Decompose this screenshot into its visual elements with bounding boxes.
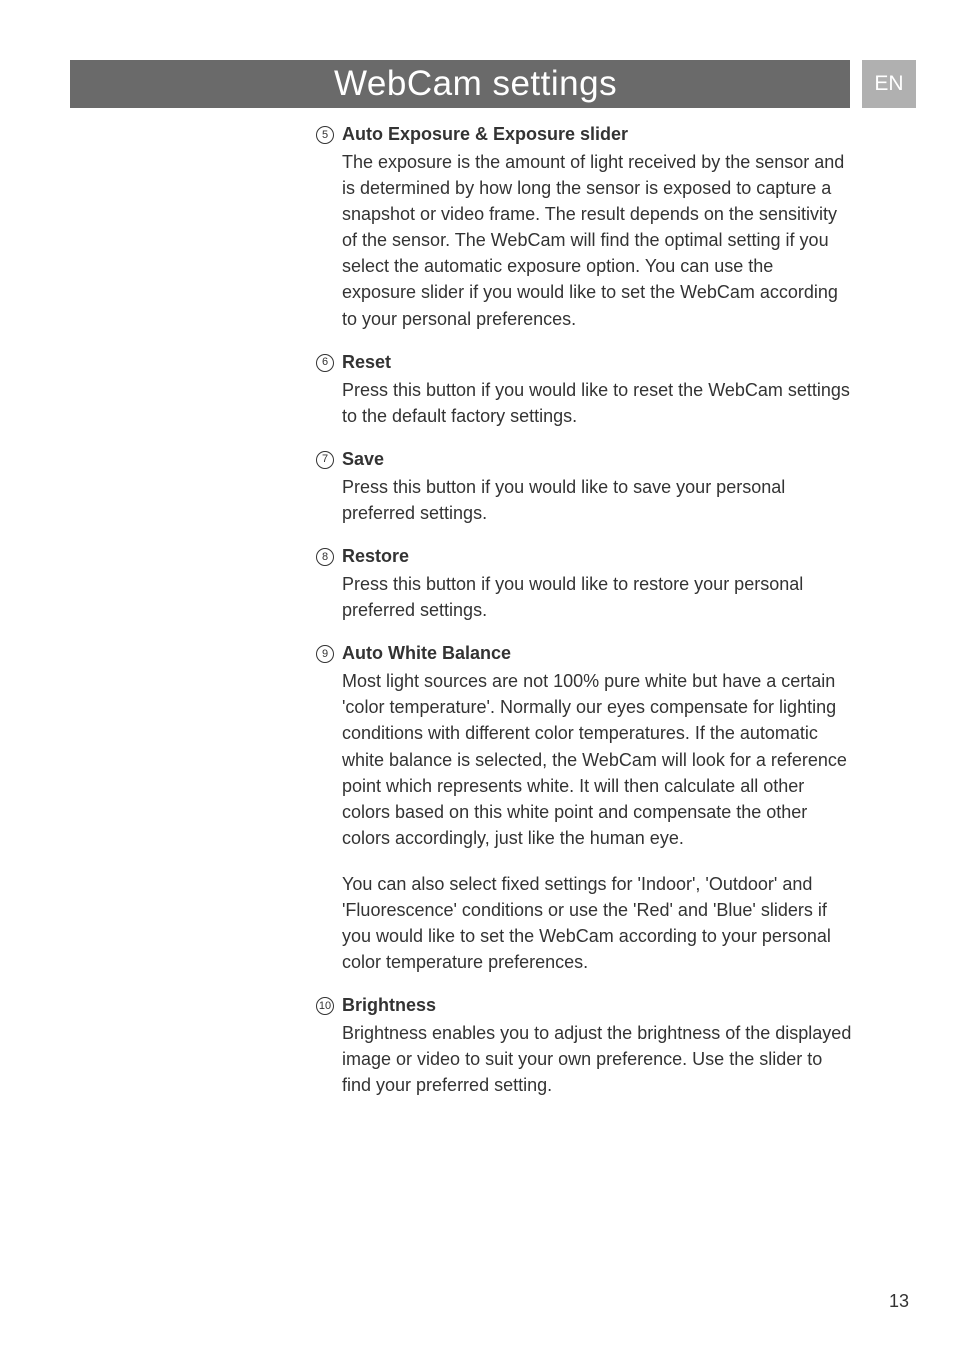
section-reset: 6 Reset Press this button if you would l… <box>342 352 852 429</box>
section-brightness: 10 Brightness Brightness enables you to … <box>342 995 852 1098</box>
section-save: 7 Save Press this button if you would li… <box>342 449 852 526</box>
marker-8-icon: 8 <box>316 548 334 566</box>
section-body: Press this button if you would like to r… <box>342 571 852 623</box>
page-number: 13 <box>889 1291 909 1312</box>
section-body: Most light sources are not 100% pure whi… <box>342 668 852 851</box>
section-title: Restore <box>342 546 852 567</box>
header-bar: WebCam settings <box>70 60 850 108</box>
section-body: Press this button if you would like to r… <box>342 377 852 429</box>
section-body-extra: You can also select fixed settings for '… <box>342 871 852 975</box>
marker-10-icon: 10 <box>316 997 334 1015</box>
section-auto-exposure: 5 Auto Exposure & Exposure slider The ex… <box>342 124 852 332</box>
section-title: Auto White Balance <box>342 643 852 664</box>
section-title: Reset <box>342 352 852 373</box>
language-tab: EN <box>862 60 916 108</box>
section-title: Brightness <box>342 995 852 1016</box>
section-restore: 8 Restore Press this button if you would… <box>342 546 852 623</box>
marker-5-icon: 5 <box>316 126 334 144</box>
page-title: WebCam settings <box>334 64 617 104</box>
section-title: Auto Exposure & Exposure slider <box>342 124 852 145</box>
section-title: Save <box>342 449 852 470</box>
section-auto-white-balance: 9 Auto White Balance Most light sources … <box>342 643 852 975</box>
marker-9-icon: 9 <box>316 645 334 663</box>
section-body: Brightness enables you to adjust the bri… <box>342 1020 852 1098</box>
section-body: Press this button if you would like to s… <box>342 474 852 526</box>
language-label: EN <box>874 72 903 96</box>
section-body: The exposure is the amount of light rece… <box>342 149 852 332</box>
marker-6-icon: 6 <box>316 354 334 372</box>
marker-7-icon: 7 <box>316 451 334 469</box>
content-area: 5 Auto Exposure & Exposure slider The ex… <box>342 124 852 1119</box>
